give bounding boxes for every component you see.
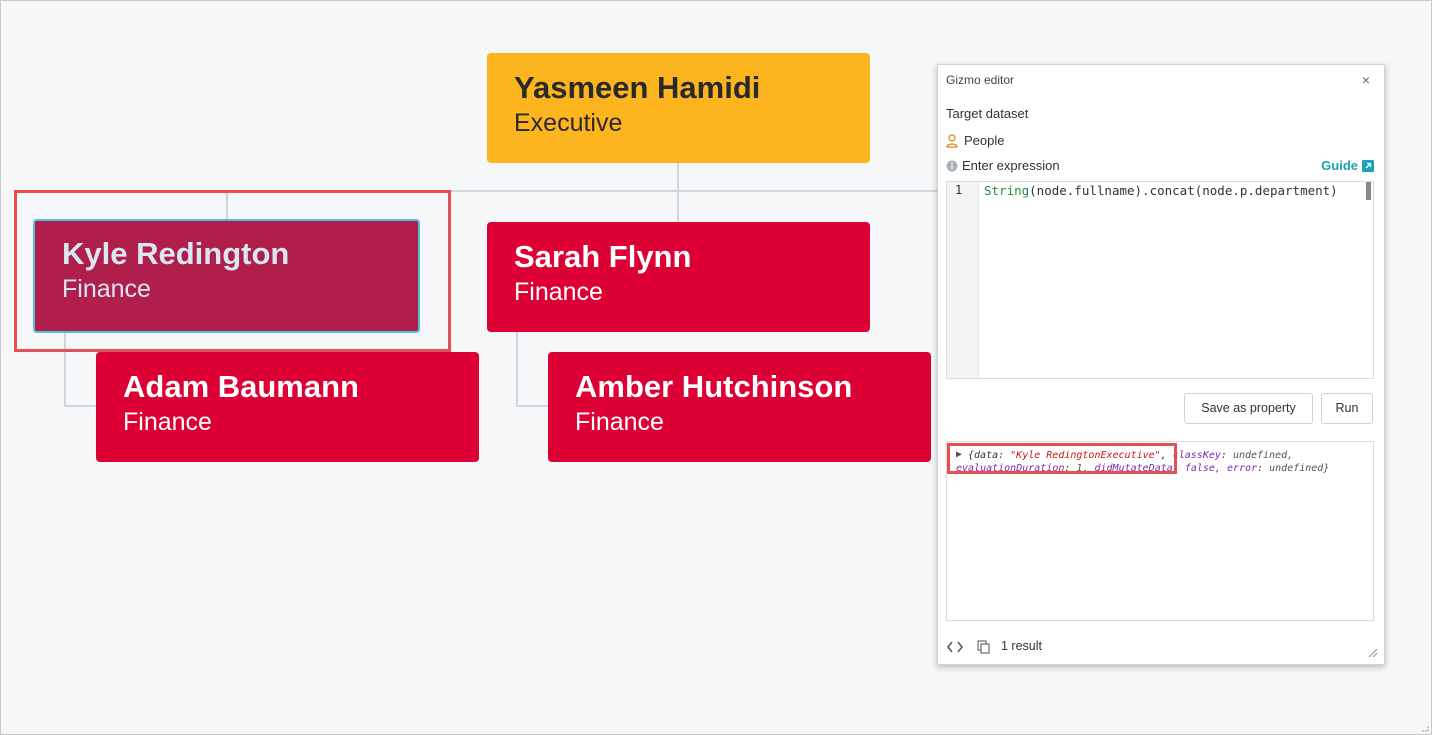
gizmo-editor-panel: Gizmo editor × Target dataset People Ent… — [937, 64, 1385, 665]
node-department: Finance — [514, 278, 603, 306]
output-console: ▶ {data: "Kyle RedingtonExecutive", clas… — [946, 441, 1374, 621]
connector — [516, 332, 518, 407]
close-icon[interactable]: × — [1362, 72, 1370, 88]
node-name: Amber Hutchinson — [575, 369, 853, 404]
guide-label: Guide — [1321, 158, 1358, 173]
info-icon — [946, 160, 958, 172]
run-button[interactable]: Run — [1321, 393, 1373, 424]
dataset-name: People — [964, 133, 1005, 148]
person-icon — [946, 134, 958, 148]
node-name: Adam Baumann — [123, 369, 359, 404]
output-value: undefined, — [1232, 450, 1294, 461]
org-node[interactable]: Adam Baumann Finance — [96, 352, 479, 462]
output-key: error — [1226, 463, 1258, 474]
output-highlight-box — [947, 443, 1177, 474]
output-value: undefined} — [1269, 463, 1330, 474]
save-as-property-button[interactable]: Save as property — [1184, 393, 1313, 424]
node-department: Executive — [514, 109, 623, 137]
corner-resize-icon[interactable] — [1421, 724, 1429, 732]
target-dataset-label: Target dataset — [946, 106, 1029, 121]
expression-editor[interactable]: 1 String(node.fullname).concat(node.p.de… — [946, 181, 1374, 379]
connector — [516, 405, 549, 407]
node-name: Yasmeen Hamidi — [514, 70, 761, 105]
org-node[interactable]: Sarah Flynn Finance — [487, 222, 870, 332]
code-line: String(node.fullname).concat(node.p.depa… — [984, 183, 1338, 198]
guide-link[interactable]: Guide — [1321, 158, 1374, 174]
output-value: false, — [1184, 463, 1221, 474]
external-link-icon — [1362, 160, 1374, 172]
selection-highlight-box — [14, 190, 451, 352]
org-node-root[interactable]: Yasmeen Hamidi Executive — [487, 53, 870, 163]
code-text: (node.fullname).concat(node.p.department… — [1029, 183, 1338, 198]
panel-title: Gizmo editor — [946, 73, 1015, 87]
result-count: 1 result — [1001, 639, 1042, 653]
code-function: String — [984, 183, 1030, 198]
connector — [677, 163, 679, 191]
line-gutter — [947, 182, 979, 378]
line-number: 1 — [955, 183, 963, 197]
copy-icon[interactable] — [977, 640, 990, 654]
org-node[interactable]: Amber Hutchinson Finance — [548, 352, 931, 462]
node-department: Finance — [123, 408, 212, 436]
expression-label: Enter expression — [962, 158, 1060, 173]
resize-handle-icon[interactable] — [1368, 648, 1378, 658]
connector — [677, 190, 679, 222]
node-name: Sarah Flynn — [514, 239, 692, 274]
code-braces-icon[interactable] — [947, 641, 963, 653]
node-department: Finance — [575, 408, 664, 436]
connector — [64, 405, 97, 407]
output-key: classKey — [1172, 450, 1221, 461]
scrollbar-thumb[interactable] — [1366, 182, 1371, 200]
